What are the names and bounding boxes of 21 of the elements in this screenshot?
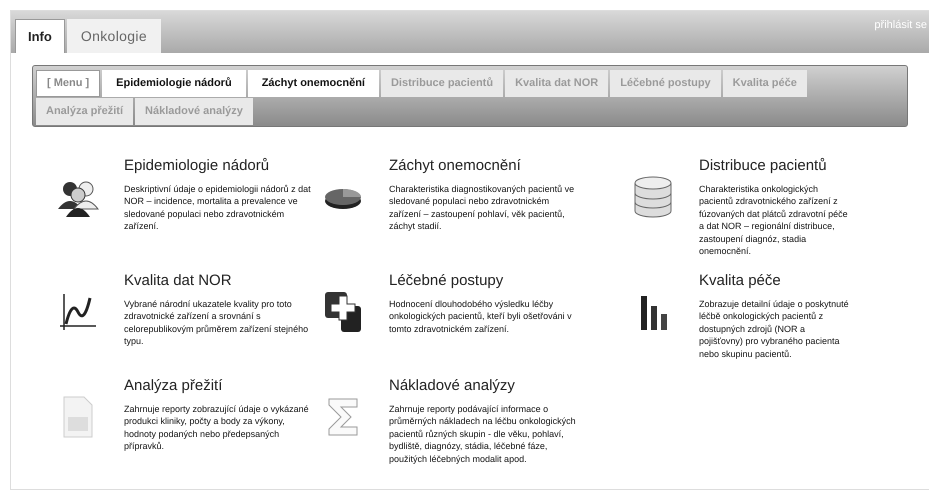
- module-title[interactable]: Distribuce pacientů: [699, 155, 851, 178]
- module-description: Zahrnuje reporty podávající informace o průměrných nákladech na léčbu onkologických pacientů různých skupin - dle věku, pohlaví, bydliště, diagnózy, stádia, léčebné fáze, použitých léčebných modalit apod.: [389, 402, 577, 465]
- module-title[interactable]: Nákladové analýzy: [389, 375, 577, 398]
- module-description: Zahrnuje reporty zobrazující údaje o vykázané produkci kliniky, počty a body za výkony, hodnoty podaných nebo předepsaných přípravků.: [124, 402, 310, 452]
- module-title[interactable]: Analýza přežití: [124, 375, 312, 398]
- module-title[interactable]: Kvalita péče: [699, 270, 851, 292]
- module-description: Vybrané národní ukazatele kvality pro toto zdravotnické zařízení a srovnání s celorepublikovým průměrem zařízení stejného typu.: [124, 298, 310, 348]
- top-tab[interactable]: Info: [15, 19, 65, 53]
- module-description: Deskriptivní údaje o epidemiologii nádorů z dat NOR – incidence, mortalita a prevalence ve sledované populaci nebo zdravotnickém zařízení.: [124, 182, 312, 232]
- module-title[interactable]: Epidemiologie nádorů: [124, 155, 312, 178]
- module-description: Zobrazuje detailní údaje o poskytnuté léčbě onkologických pacientů z dostupných zdrojů (NOR a pojišťovny) pro vybraného pacienta nebo skupinu pacientů.: [699, 298, 850, 360]
- nav-tab[interactable]: Záchyt onemocnění: [248, 70, 379, 97]
- nav-tab[interactable]: Epidemiologie nádorů: [102, 70, 246, 97]
- module-title[interactable]: Léčebné postupy: [389, 270, 577, 292]
- module-title[interactable]: Kvalita dat NOR: [124, 270, 312, 292]
- module-description: Charakteristika onkologických pacientů zdravotnického zařízení z fúzovaných dat plátců zdravotní péče a dat NOR – regionální distribuce, zastoupení diagnóz, stadia onemocnění.: [699, 182, 849, 258]
- nav-tab[interactable]: [ Menu ]: [36, 70, 100, 97]
- module-description: Charakteristika diagnostikovaných pacientů ve sledované populaci nebo zdravotnickém zařízení – zastoupení pohlaví, věk pacientů, záchyt stadií.: [389, 182, 576, 232]
- top-tab[interactable]: Onkologie: [66, 19, 162, 53]
- module-title[interactable]: Záchyt onemocnění: [389, 155, 577, 178]
- module-description: Hodnocení dlouhodobého výsledku léčby onkologických pacientů, kteří byli ošetřováni v tomto zdravotnickém zařízení.: [389, 298, 573, 335]
